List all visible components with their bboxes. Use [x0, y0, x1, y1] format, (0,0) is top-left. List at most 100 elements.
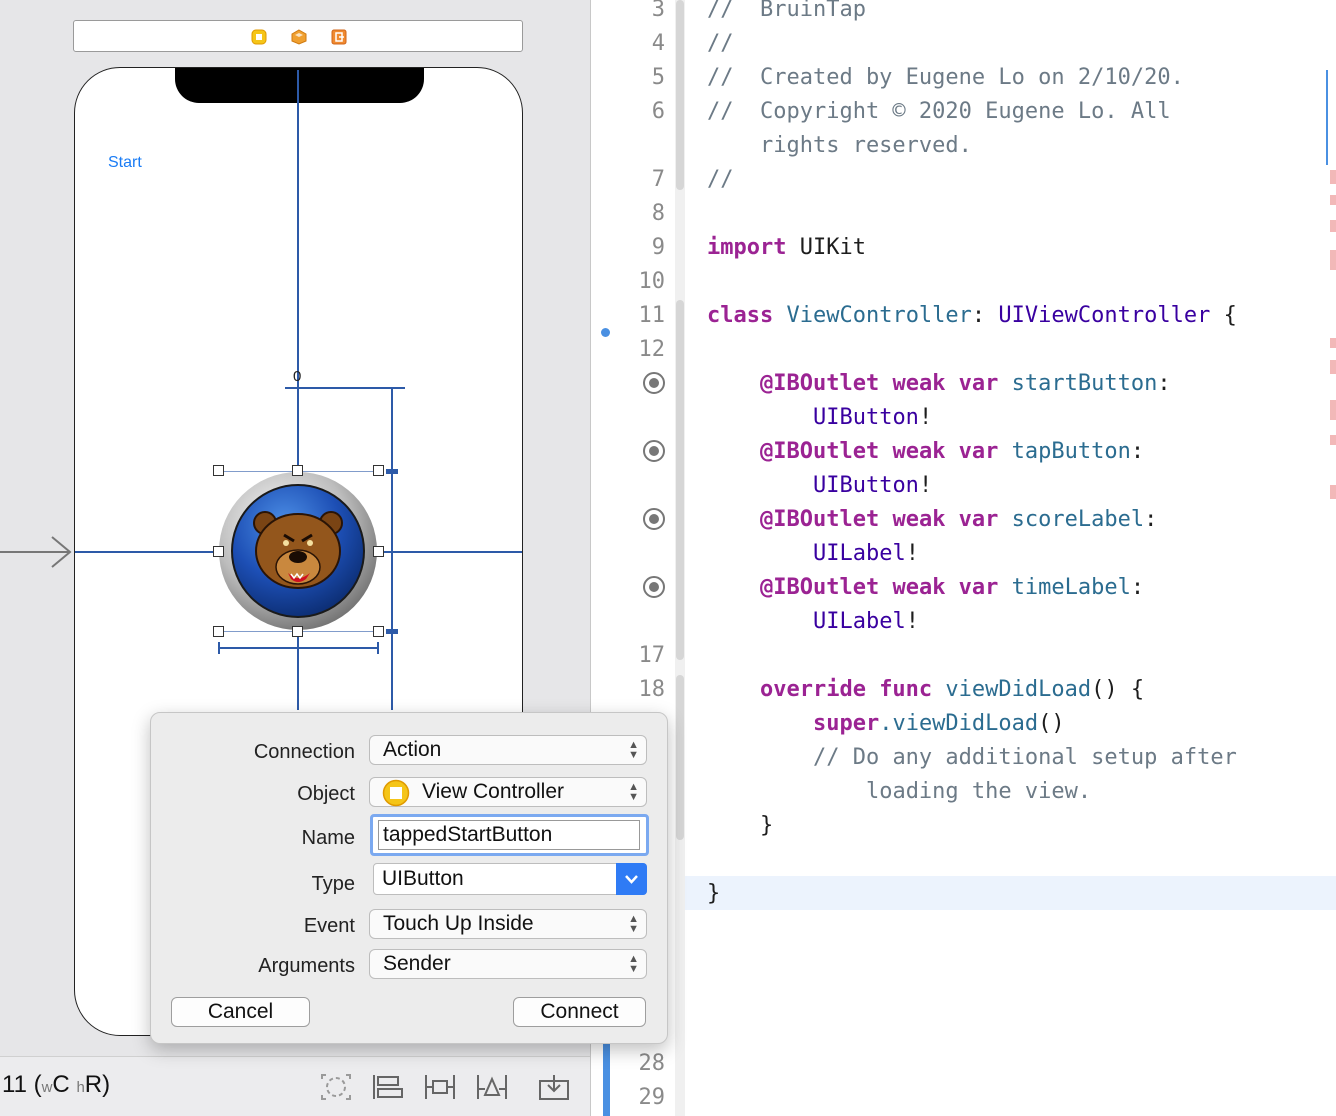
resize-handle-bottom-right[interactable] — [373, 626, 384, 637]
minimap-mark — [1330, 435, 1336, 445]
resize-handle-top-left[interactable] — [213, 465, 224, 476]
outlet-attribute: @IBOutlet — [759, 371, 880, 396]
update-frames-icon[interactable] — [320, 1073, 352, 1101]
top-constraint-line — [285, 387, 405, 389]
device-label-suffix: ) — [102, 1071, 111, 1098]
updown-chevron-icon: ▲ ▼ — [628, 913, 639, 935]
outlet-declaration: @IBOutlet weak var tapButton: — [759, 439, 1145, 464]
name-input[interactable] — [378, 820, 640, 850]
minimap-mark — [1330, 250, 1336, 270]
type-dropdown-button[interactable] — [616, 863, 647, 895]
arguments-select[interactable]: Sender ▲ ▼ — [369, 949, 647, 979]
exit-icon[interactable] — [331, 29, 347, 45]
width-constraint-line — [218, 647, 378, 649]
constraint-value-label: 0 — [293, 368, 302, 385]
event-value: Touch Up Inside — [383, 912, 534, 935]
view-controller-icon — [382, 779, 410, 807]
device-notch — [175, 68, 424, 103]
line-number: 11 — [638, 303, 666, 328]
code-comment: // BruinTap — [707, 0, 866, 22]
type-label: Type — [311, 873, 355, 895]
outlet-declaration: @IBOutlet weak var startButton: — [759, 371, 1171, 396]
height-constraint-tick-bottom — [386, 629, 398, 634]
chevron-down-icon — [625, 875, 638, 884]
code-comment: // — [707, 167, 734, 192]
breakpoint-indicator-icon[interactable] — [601, 328, 610, 337]
embed-in-icon[interactable] — [372, 1073, 404, 1101]
outlet-connection-icon[interactable] — [643, 440, 665, 462]
minimap-viewport-indicator — [1326, 70, 1328, 165]
resize-handle-left[interactable] — [213, 546, 224, 557]
override-keyword: override func — [759, 677, 933, 702]
updown-chevron-icon: ▲ ▼ — [628, 953, 639, 975]
minimap[interactable] — [1326, 70, 1336, 510]
width-constraint-cap-right — [377, 642, 379, 654]
align-icon[interactable] — [424, 1073, 456, 1101]
code-fold-ribbon[interactable] — [676, 0, 684, 190]
start-button[interactable]: Start — [108, 154, 142, 172]
import-module: UIKit — [786, 235, 866, 260]
outlet-keyword: weak var — [892, 575, 999, 600]
method-signature-end: () { — [1091, 677, 1145, 702]
outlet-connection-icon[interactable] — [643, 508, 665, 530]
super-method: .viewDidLoad — [879, 711, 1039, 736]
resize-handle-bottom[interactable] — [292, 626, 303, 637]
line-number: 29 — [638, 1085, 666, 1110]
superclass-name: UIViewController — [998, 303, 1211, 328]
resize-handle-right[interactable] — [373, 546, 384, 557]
outlet-connection-icon[interactable] — [643, 576, 665, 598]
class-open-brace: { — [1210, 303, 1237, 328]
line-number: 10 — [638, 269, 666, 294]
method-name: viewDidLoad — [945, 677, 1092, 702]
add-constraints-icon[interactable] — [476, 1073, 508, 1101]
updown-chevron-icon: ▲ ▼ — [628, 739, 639, 761]
device-configuration-label[interactable]: 11 (wC hR) — [2, 1071, 110, 1099]
line-number: 8 — [651, 201, 665, 226]
current-line-highlight — [679, 876, 1336, 910]
tap-button[interactable] — [218, 471, 378, 631]
line-number: 7 — [651, 167, 665, 192]
view-controller-icon[interactable] — [251, 29, 267, 45]
code-comment: rights reserved. — [707, 133, 972, 158]
outlet-connection-icon[interactable] — [643, 372, 665, 394]
resize-handle-top[interactable] — [292, 465, 303, 476]
outlet-keyword: weak var — [892, 371, 999, 396]
bear-logo-icon — [219, 472, 377, 630]
event-label: Event — [303, 915, 355, 937]
connection-value: Action — [383, 738, 442, 761]
outlet-type: UILabel — [812, 609, 906, 634]
code-fold-ribbon[interactable] — [676, 675, 684, 840]
outlet-type: UILabel — [812, 541, 906, 566]
class-declaration: class ViewController: UIViewController { — [707, 303, 1237, 328]
line-number: 5 — [651, 65, 665, 90]
resolve-issues-icon[interactable] — [538, 1073, 570, 1101]
class-separator: : — [971, 303, 999, 328]
resize-handle-bottom-left[interactable] — [213, 626, 224, 637]
code-comment: // Do any additional setup after — [707, 745, 1237, 770]
method-declaration: override func viewDidLoad() { — [707, 677, 1144, 702]
event-select[interactable]: Touch Up Inside ▲ ▼ — [369, 909, 647, 939]
connection-select[interactable]: Action ▲ ▼ — [369, 735, 647, 765]
minimap-mark — [1330, 220, 1336, 232]
first-responder-icon[interactable] — [291, 29, 307, 45]
updown-chevron-icon: ▲ ▼ — [628, 781, 639, 803]
object-select[interactable]: View Controller ▲ ▼ — [369, 777, 647, 807]
code-fold-ribbon[interactable] — [676, 300, 684, 660]
resize-handle-top-right[interactable] — [373, 465, 384, 476]
code-editor[interactable]: 3 4 5 6 7 8 9 10 11 12 17 18 28 29 // Br… — [591, 0, 1336, 1116]
name-label: Name — [301, 827, 355, 849]
connect-button[interactable]: Connect — [513, 997, 646, 1027]
outlet-attribute: @IBOutlet — [759, 507, 880, 532]
line-number: 3 — [651, 0, 665, 22]
type-combobox[interactable]: UIButton — [373, 863, 647, 895]
outlet-attribute: @IBOutlet — [759, 439, 880, 464]
code-comment: loading the view. — [707, 779, 1091, 804]
cancel-button[interactable]: Cancel — [171, 997, 310, 1027]
canvas-bottom-bar: 11 (wC hR) — [0, 1056, 590, 1116]
object-label: Object — [297, 783, 355, 805]
super-keyword: super — [812, 711, 880, 736]
outlet-keyword: weak var — [892, 507, 999, 532]
right-constraint-line — [391, 388, 393, 710]
minimap-mark — [1330, 338, 1336, 348]
device-label-prefix: 11 ( — [2, 1071, 42, 1098]
